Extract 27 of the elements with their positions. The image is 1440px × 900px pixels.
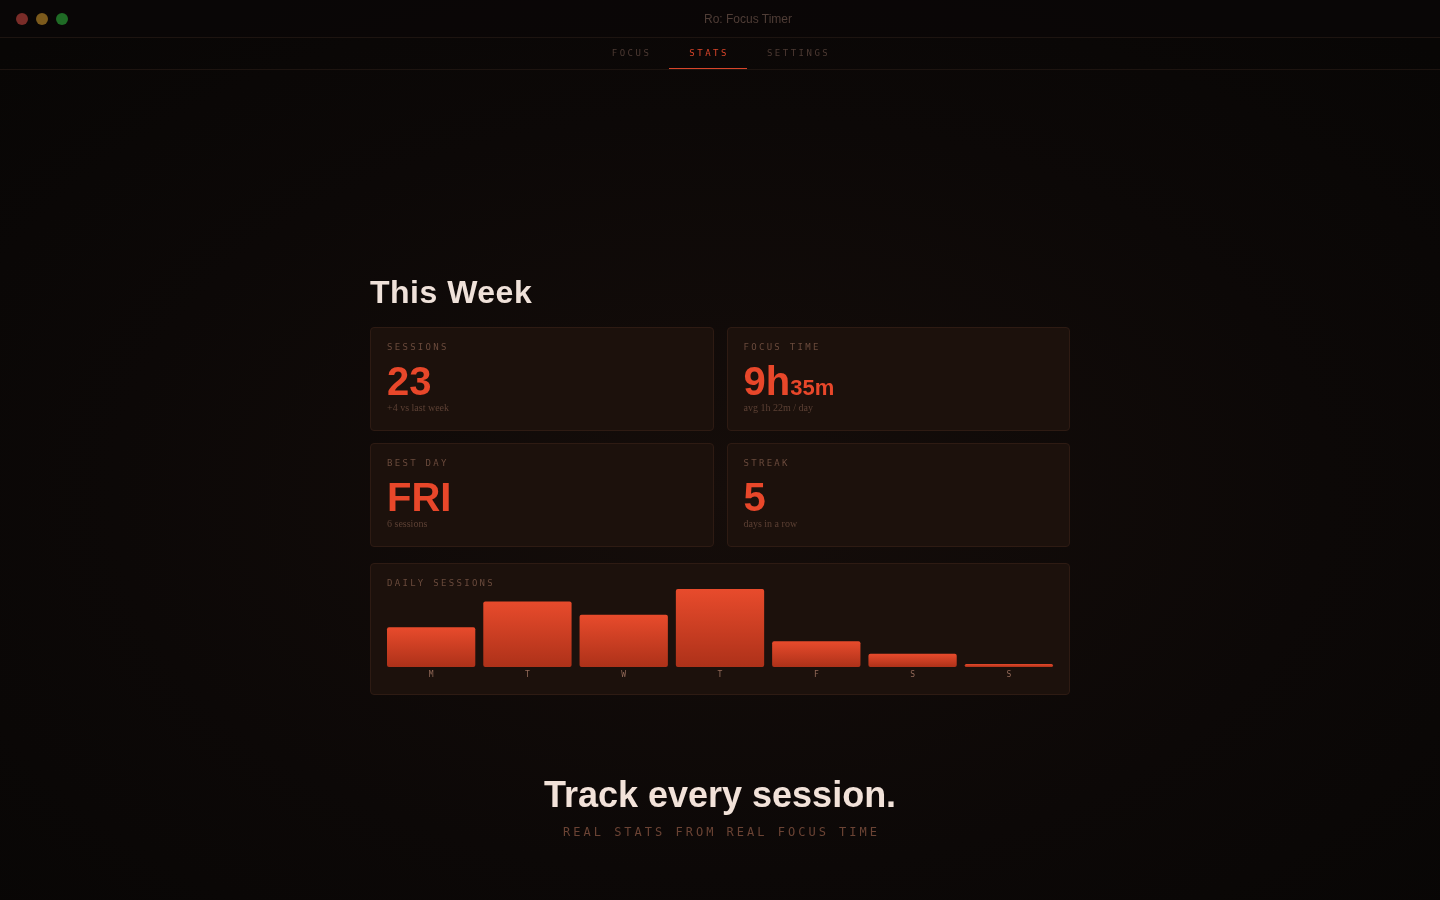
stat-label: FOCUS TIME bbox=[743, 342, 821, 353]
chart-title: DAILY SESSIONS bbox=[387, 578, 496, 589]
axis-label: T bbox=[717, 670, 723, 679]
tagline-subtitle: REAL STATS FROM REAL FOCUS TIME bbox=[563, 825, 880, 839]
stat-value-minutes: 35m bbox=[790, 377, 835, 399]
stat-value: 23 bbox=[387, 361, 432, 401]
tab[interactable]: SETTINGS bbox=[746, 38, 849, 69]
axis-label: S bbox=[1006, 670, 1012, 679]
close-icon[interactable] bbox=[16, 12, 28, 25]
stat-value: 9h bbox=[743, 361, 791, 401]
axis-label: M bbox=[428, 670, 434, 679]
maximize-icon[interactable] bbox=[56, 12, 68, 25]
stat-value: 5 bbox=[743, 477, 766, 517]
stat-label: BEST DAY bbox=[387, 458, 449, 469]
tagline-title: Track every session. bbox=[543, 777, 897, 813]
axis-label: W bbox=[621, 670, 627, 679]
stat-value: FRI bbox=[387, 477, 452, 517]
axis-label: T bbox=[525, 670, 530, 679]
section-heading: This Week bbox=[370, 276, 533, 308]
tab[interactable]: STATS bbox=[669, 38, 747, 69]
axis-label: F bbox=[813, 670, 819, 679]
stat-label: STREAK bbox=[743, 458, 790, 469]
axis-label: S bbox=[910, 670, 915, 679]
stat-label: SESSIONS bbox=[387, 342, 449, 353]
tab[interactable]: FOCUS bbox=[591, 38, 670, 69]
minimize-icon[interactable] bbox=[36, 12, 48, 25]
window-title: Ro: Focus Timer bbox=[704, 11, 792, 26]
